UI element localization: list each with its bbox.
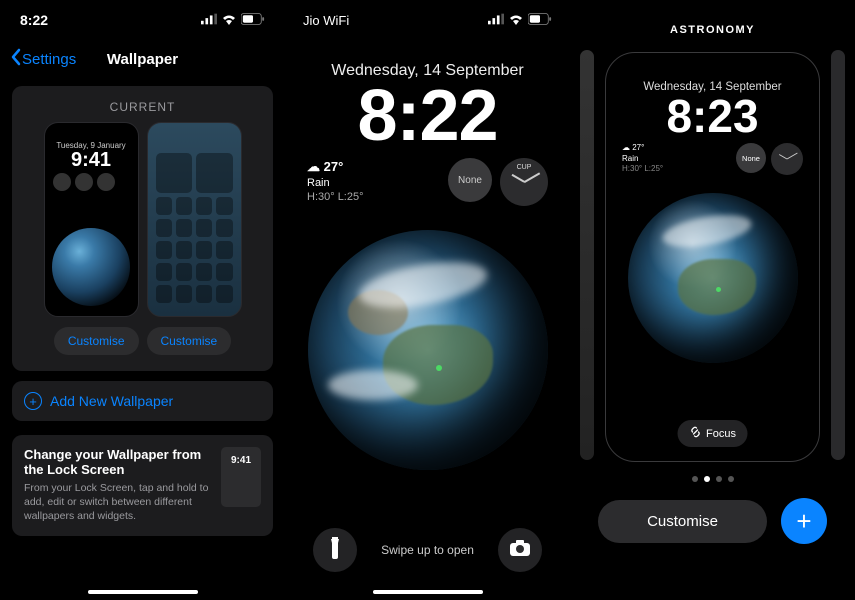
- add-new-label: Add New Wallpaper: [50, 393, 173, 409]
- back-label: Settings: [22, 51, 76, 68]
- plus-circle-icon: +: [24, 392, 42, 410]
- lockscreen-preview[interactable]: Tuesday, 9 January 9:41: [44, 122, 139, 317]
- camera-icon: [510, 540, 530, 561]
- link-icon: [689, 426, 701, 441]
- flashlight-button[interactable]: [313, 528, 357, 572]
- weather-cond: Rain: [307, 176, 364, 190]
- cloud-icon: ☁︎: [307, 159, 320, 174]
- add-new-wallpaper-button[interactable]: + Add New Wallpaper: [12, 381, 273, 421]
- next-wallpaper-card[interactable]: [831, 50, 845, 460]
- home-indicator[interactable]: [88, 590, 198, 594]
- location-dot-icon: [716, 287, 721, 292]
- wallpaper-gallery-screen: ASTRONOMY Wednesday, 14 September 8:23 ☁…: [570, 0, 855, 600]
- status-bar: Jio WiFi: [285, 0, 570, 40]
- homescreen-preview[interactable]: [147, 122, 242, 317]
- focus-button[interactable]: Focus: [677, 420, 748, 447]
- customise-lock-button[interactable]: Customise: [54, 327, 139, 355]
- customise-button[interactable]: Customise: [598, 500, 767, 543]
- lock-time: 8:22: [285, 80, 570, 152]
- category-label: ASTRONOMY: [570, 24, 855, 36]
- earth-wallpaper: [308, 230, 548, 470]
- current-label: CURRENT: [22, 100, 263, 114]
- status-bar: 8:22: [0, 0, 285, 40]
- signal-icon: [201, 12, 217, 28]
- widget-row: ☁︎ 27° Rain H:30° L:25° None CUP: [285, 152, 570, 206]
- info-card: Change your Wallpaper from the Lock Scre…: [12, 435, 273, 536]
- weather-widget[interactable]: ☁︎ 27° Rain H:30° L:25°: [307, 159, 364, 204]
- activity-widget[interactable]: None: [448, 158, 492, 202]
- info-preview-thumb: 9:41: [221, 447, 261, 507]
- plus-icon: +: [796, 506, 811, 537]
- flashlight-icon: [327, 537, 343, 564]
- page-indicator[interactable]: [570, 476, 855, 482]
- page-title: Wallpaper: [107, 51, 178, 68]
- weather-hilow: H:30° L:25°: [307, 190, 364, 204]
- prev-wallpaper-card[interactable]: [580, 50, 594, 460]
- activity-widget: None: [736, 143, 766, 173]
- info-body: From your Lock Screen, tap and hold to a…: [24, 481, 211, 524]
- status-time: 8:22: [20, 12, 48, 28]
- current-wallpaper-section: CURRENT Tuesday, 9 January 9:41 Customis…: [12, 86, 273, 371]
- earth-wallpaper: [628, 193, 798, 363]
- battery-icon: [241, 12, 265, 28]
- wifi-icon: [508, 13, 524, 28]
- customise-home-button[interactable]: Customise: [147, 327, 232, 355]
- nav-bar: Settings Wallpaper: [0, 40, 285, 78]
- wifi-icon: [221, 12, 237, 28]
- signal-icon: [488, 13, 504, 28]
- focus-label: Focus: [706, 428, 736, 440]
- chevron-left-icon: [10, 48, 22, 70]
- weather-widget: ☁︎ 27° Rain H:30° L:25°: [622, 143, 663, 174]
- wallpaper-preview-card[interactable]: Wednesday, 14 September 8:23 ☁︎ 27° Rain…: [605, 52, 820, 462]
- status-icons: [201, 12, 265, 28]
- preview-time: 8:23: [606, 93, 819, 139]
- status-icons: [488, 13, 552, 28]
- swipe-hint: Swipe up to open: [381, 543, 474, 557]
- world-clock-widget: [771, 143, 803, 175]
- preview-time: 9:41: [45, 149, 138, 172]
- settings-wallpaper-screen: 8:22 Settings Wallpaper CURRENT Tuesday,: [0, 0, 285, 600]
- add-wallpaper-button[interactable]: +: [781, 498, 827, 544]
- location-dot-icon: [436, 365, 442, 371]
- carrier-label: Jio WiFi: [303, 13, 349, 28]
- back-button[interactable]: Settings: [10, 48, 76, 70]
- battery-icon: [528, 13, 552, 28]
- earth-icon: [52, 228, 130, 306]
- home-indicator[interactable]: [373, 590, 483, 594]
- world-clock-widget[interactable]: CUP: [500, 158, 548, 206]
- info-title: Change your Wallpaper from the Lock Scre…: [24, 447, 211, 477]
- lock-screen: Jio WiFi Wednesday, 14 September 8:22 ☁︎…: [285, 0, 570, 600]
- camera-button[interactable]: [498, 528, 542, 572]
- clock-city-label: CUP: [517, 164, 532, 171]
